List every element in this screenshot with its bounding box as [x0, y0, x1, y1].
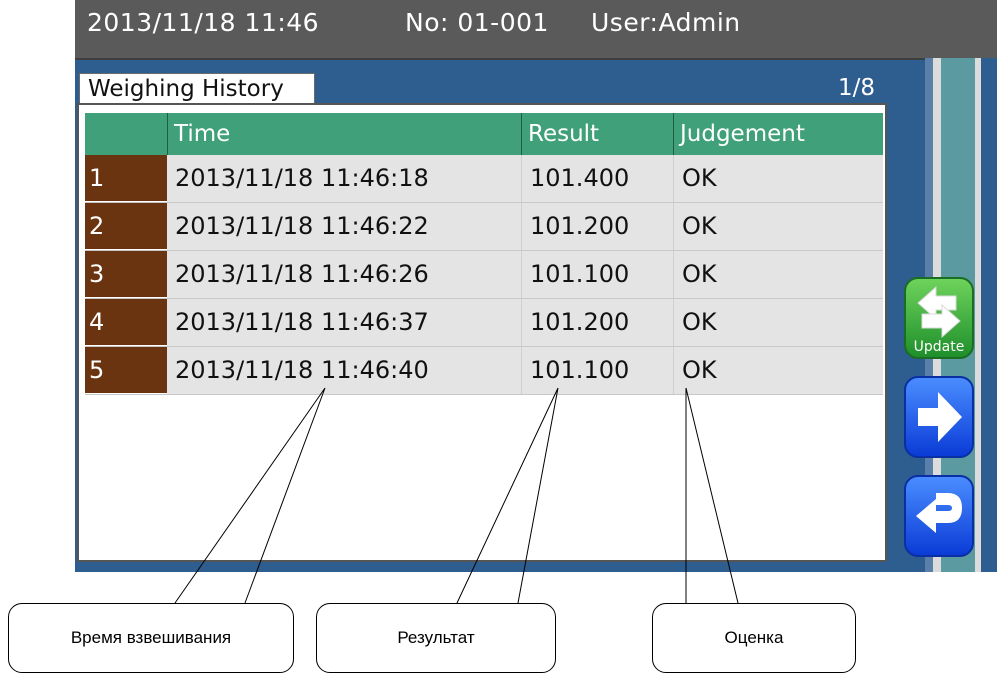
tab-weighing-history[interactable]: Weighing History [79, 73, 315, 103]
row-index: 2 [85, 203, 167, 250]
row-index: 1 [85, 155, 167, 202]
cell-time: 2013/11/18 11:46:26 [175, 260, 429, 288]
header-result: Result [521, 113, 673, 155]
header-judgement: Judgement [673, 113, 883, 155]
cell-judgement: OK [673, 155, 883, 202]
cell-judgement: OK [673, 347, 883, 394]
cell-time: 2013/11/18 11:46:18 [175, 164, 429, 192]
table-row[interactable]: 3 2013/11/18 11:46:26 101.100 OK [85, 251, 883, 299]
update-label: Update [913, 339, 965, 355]
cell-result: 101.200 [521, 299, 673, 346]
row-index: 5 [85, 347, 167, 394]
table-row[interactable]: 1 2013/11/18 11:46:18 101.400 OK [85, 155, 883, 203]
update-button[interactable]: Update [904, 277, 974, 359]
status-number: No: 01-001 [405, 8, 549, 37]
back-button[interactable] [904, 475, 974, 557]
cell-time: 2013/11/18 11:46:40 [175, 356, 429, 384]
status-user: User:Admin [591, 8, 741, 37]
history-panel: Time Result Judgement 1 2013/11/18 11:46… [77, 103, 887, 562]
table-row[interactable]: 5 2013/11/18 11:46:40 101.100 OK [85, 347, 883, 395]
history-table: Time Result Judgement 1 2013/11/18 11:46… [85, 113, 883, 395]
arrow-right-icon [918, 392, 962, 442]
header-time: Time [167, 113, 521, 155]
status-datetime: 2013/11/18 11:46 [87, 8, 320, 37]
return-arrow-icon [916, 493, 962, 533]
next-page-button[interactable] [904, 376, 974, 458]
page-indicator: 1/8 [837, 75, 875, 101]
table-row[interactable]: 2 2013/11/18 11:46:22 101.200 OK [85, 203, 883, 251]
cell-result: 101.100 [521, 251, 673, 298]
callout-judgement: Оценка [652, 603, 856, 673]
cell-judgement: OK [673, 299, 883, 346]
cell-result: 101.400 [521, 155, 673, 202]
table-row[interactable]: 4 2013/11/18 11:46:37 101.200 OK [85, 299, 883, 347]
swap-arrows-icon [917, 285, 961, 339]
cell-time: 2013/11/18 11:46:37 [175, 308, 429, 336]
cell-judgement: OK [673, 251, 883, 298]
cell-result: 101.200 [521, 203, 673, 250]
cell-judgement: OK [673, 203, 883, 250]
row-index: 3 [85, 251, 167, 298]
callout-time: Время взвешивания [8, 603, 294, 673]
callout-result: Результат [316, 603, 556, 673]
row-index: 4 [85, 299, 167, 346]
header-index [85, 113, 167, 155]
touch-screen: 2013/11/18 11:46 No: 01-001 User:Admin W… [75, 0, 997, 572]
cell-time: 2013/11/18 11:46:22 [175, 212, 429, 240]
cell-result: 101.100 [521, 347, 673, 394]
status-bar: 2013/11/18 11:46 No: 01-001 User:Admin [75, 0, 997, 60]
table-header: Time Result Judgement [85, 113, 883, 155]
